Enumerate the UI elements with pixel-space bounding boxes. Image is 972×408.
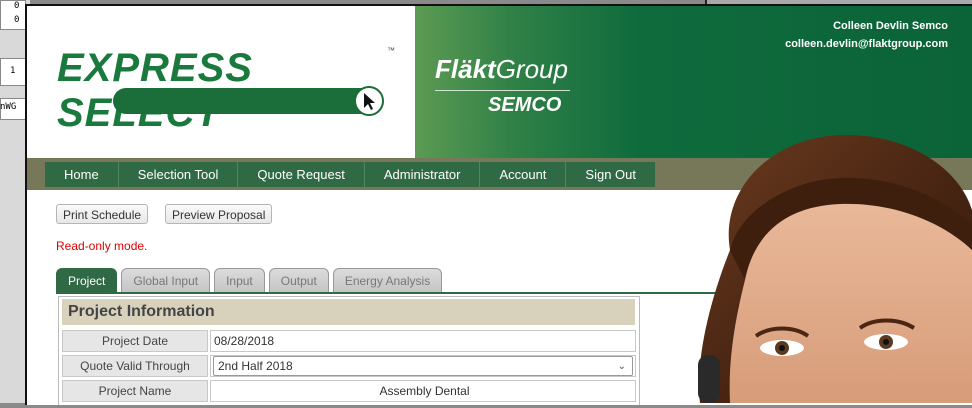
tab-output[interactable]: Output (268, 268, 329, 293)
project-name-value: Assembly Dental (210, 380, 636, 402)
header-logo-area: EXPRESS SELECT ™ (27, 6, 415, 158)
panel-title: Project Information (62, 299, 635, 325)
project-date-row: Project Date 08/28/2018 (62, 330, 636, 352)
print-schedule-button[interactable]: Print Schedule (56, 204, 149, 224)
support-agent-photo[interactable] (690, 130, 972, 403)
tab-project[interactable]: Project (56, 268, 118, 293)
chevron-down-icon: ⌄ (617, 361, 626, 372)
flaktgroup-logo: FläktGroup (435, 54, 568, 85)
project-name-row: Project Name Assembly Dental (62, 380, 636, 402)
quote-valid-label: Quote Valid Through (62, 355, 208, 377)
background-cell: 0 (14, 15, 20, 25)
quote-valid-select[interactable]: 2nd Half 2018 ⌄ (213, 356, 633, 376)
user-email: colleen.devlin@flaktgroup.com (785, 38, 948, 50)
brand-sub: Group (495, 54, 568, 84)
nav-account[interactable]: Account (480, 162, 567, 187)
background-cell-box (0, 0, 26, 30)
cursor-icon (354, 86, 384, 116)
logo-swoosh-bar (113, 88, 379, 114)
nav-sign-out[interactable]: Sign Out (566, 162, 657, 187)
main-nav: Home Selection Tool Quote Request Admini… (45, 162, 657, 187)
nav-home[interactable]: Home (45, 162, 119, 187)
nav-selection-tool[interactable]: Selection Tool (119, 162, 239, 187)
project-name-label: Project Name (62, 380, 208, 402)
readonly-status: Read-only mode. (56, 239, 148, 253)
project-tabs: Project Global Input Input Output Energy… (56, 268, 446, 293)
tab-global-input[interactable]: Global Input (121, 268, 211, 293)
tab-input[interactable]: Input (214, 268, 265, 293)
user-name: Colleen Devlin Semco (833, 20, 948, 32)
trademark-mark: ™ (387, 46, 395, 55)
quote-valid-row: Quote Valid Through 2nd Half 2018 ⌄ (62, 355, 636, 377)
quote-valid-selected: 2nd Half 2018 (218, 359, 293, 373)
background-cell: 0 (14, 1, 20, 11)
background-cell: 1 (10, 66, 16, 76)
tab-energy-analysis[interactable]: Energy Analysis (332, 268, 443, 293)
brand-divider (435, 90, 570, 91)
semco-logo: SEMCO (488, 94, 562, 116)
nav-quote-request[interactable]: Quote Request (238, 162, 365, 187)
preview-proposal-button[interactable]: Preview Proposal (165, 204, 273, 224)
brand-main: Fläkt (435, 54, 496, 84)
background-cell: nWG (0, 102, 17, 112)
nav-administrator[interactable]: Administrator (365, 162, 481, 187)
project-date-label: Project Date (62, 330, 208, 352)
project-information-panel: Project Information Project Date 08/28/2… (58, 296, 640, 405)
project-date-value: 08/28/2018 (210, 330, 636, 352)
